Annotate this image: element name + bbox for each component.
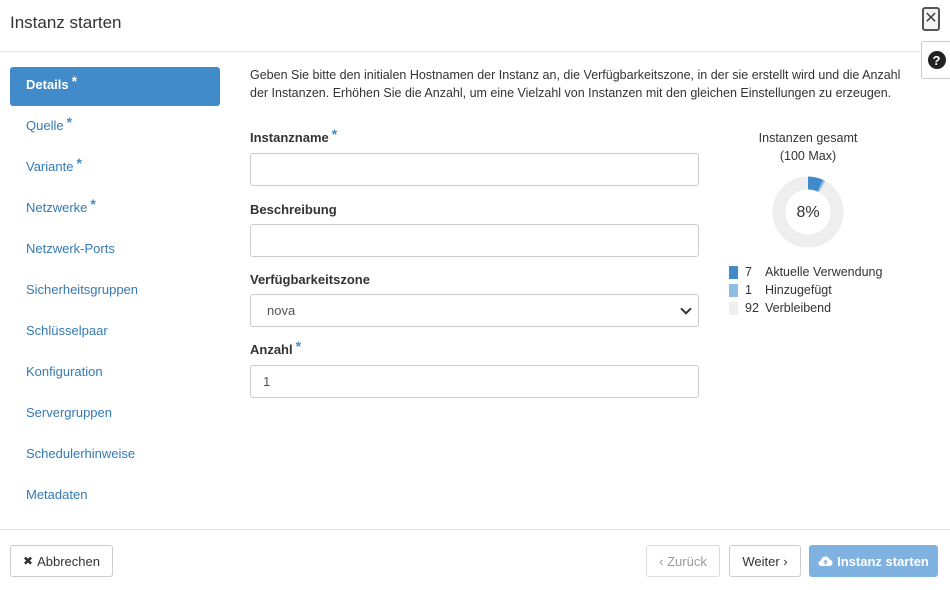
sidebar-item-metadata[interactable]: Metadaten [10, 477, 220, 516]
sidebar-item-details[interactable]: Details * [10, 67, 220, 106]
description-label: Beschreibung [250, 202, 337, 217]
legend-swatch [729, 283, 738, 297]
availability-zone-select[interactable]: nova [250, 294, 699, 327]
sidebar-item-label: Servergruppen [26, 405, 112, 420]
donut-percent-label: 8% [796, 204, 819, 221]
legend-item-remaining: 92 Verbleibend [729, 299, 882, 317]
legend-swatch [729, 265, 738, 279]
sidebar-item-source[interactable]: Quelle * [10, 108, 220, 147]
required-marker: * [295, 338, 302, 354]
sidebar-item-label: Schlüsselpaar [26, 323, 108, 338]
sidebar-item-label: Quelle [26, 118, 64, 133]
cancel-button[interactable]: ✖ Abbrechen [10, 545, 113, 577]
back-button[interactable]: ‹ Zurück [646, 545, 720, 577]
sidebar-item-scheduler-hints[interactable]: Schedulerhinweise [10, 436, 220, 475]
legend-item-used: 7 Aktuelle Verwendung [729, 263, 882, 281]
close-icon: ✖ [23, 554, 34, 568]
legend-value: 1 [745, 283, 752, 297]
sidebar-item-configuration[interactable]: Konfiguration [10, 354, 220, 393]
sidebar-item-server-groups[interactable]: Servergruppen [10, 395, 220, 434]
legend-swatch [729, 301, 738, 315]
sidebar-item-networks[interactable]: Netzwerke * [10, 190, 220, 229]
usage-legend: 7 Aktuelle Verwendung 1 Hinzugefügt 92 V… [729, 263, 882, 317]
modal-header: Instanz starten [0, 0, 950, 52]
launch-instance-button[interactable]: Instanz starten [809, 545, 938, 577]
label-text: Anzahl [250, 342, 293, 357]
legend-label: Verbleibend [765, 301, 832, 315]
stats-title: Instanzen gesamt [758, 131, 858, 145]
required-marker: * [331, 126, 338, 142]
description-input[interactable] [250, 224, 699, 257]
sidebar-item-key-pair[interactable]: Schlüsselpaar [10, 313, 220, 352]
question-circle-icon: ? [927, 51, 946, 69]
help-button[interactable]: ? [921, 41, 950, 79]
legend-value: 92 [745, 301, 759, 315]
sidebar-item-label: Sicherheitsgruppen [26, 282, 139, 297]
intro-text: Geben Sie bitte den initialen Hostnamen … [250, 68, 901, 100]
legend-label: Hinzugefügt [765, 283, 832, 297]
required-marker: * [71, 73, 78, 89]
next-button-label: Weiter › [742, 553, 788, 569]
sidebar-item-security-groups[interactable]: Sicherheitsgruppen [10, 272, 220, 311]
sidebar-item-flavor[interactable]: Variante * [10, 149, 220, 188]
stats-subtitle: (100 Max) [779, 149, 837, 163]
donut-arc-added [817, 179, 826, 193]
count-input[interactable]: 1 [250, 365, 699, 398]
chevron-down-icon [680, 303, 692, 315]
launch-instance-button-label: Instanz starten [837, 553, 929, 569]
donut-arc-used [807, 176, 824, 192]
sidebar-item-label: Variante [26, 159, 74, 174]
next-button[interactable]: Weiter › [729, 545, 801, 577]
cloud-upload-icon [818, 556, 833, 566]
legend-value: 7 [745, 265, 752, 279]
required-marker: * [90, 196, 96, 212]
required-marker: * [76, 155, 82, 171]
required-marker: * [66, 114, 73, 130]
back-button-label: ‹ Zurück [659, 553, 707, 569]
wizard-sidebar: Details * Quelle * Variante * Netzwerke * Ne… [10, 67, 220, 518]
close-icon: ✕ [924, 10, 938, 27]
sidebar-item-label: Netzwerke [26, 200, 88, 215]
legend-item-added: 1 Hinzugefügt [729, 281, 882, 299]
legend-label: Aktuelle Verwendung [765, 265, 883, 279]
sidebar-item-label: Schedulerhinweise [26, 446, 136, 461]
usage-donut-chart: 8% [772, 176, 844, 248]
selected-value: nova [267, 303, 296, 318]
label-text: Instanzname [250, 130, 329, 145]
modal-footer [0, 529, 950, 590]
sidebar-item-label: Details [26, 77, 69, 92]
count-label: Anzahl * [250, 338, 301, 358]
close-button[interactable]: ✕ [922, 7, 940, 31]
modal-title: Instanz starten [10, 13, 122, 32]
sidebar-item-label: Metadaten [26, 487, 88, 502]
sidebar-item-label: Netzwerk-Ports [26, 241, 115, 256]
instance-name-input[interactable] [250, 153, 699, 186]
cancel-button-label: Abbrechen [37, 553, 100, 569]
sidebar-item-label: Konfiguration [26, 364, 103, 379]
availability-zone-label: Verfügbarkeitszone [250, 272, 370, 287]
sidebar-item-network-ports[interactable]: Netzwerk-Ports [10, 231, 220, 270]
instance-name-label: Instanzname * [250, 126, 337, 146]
